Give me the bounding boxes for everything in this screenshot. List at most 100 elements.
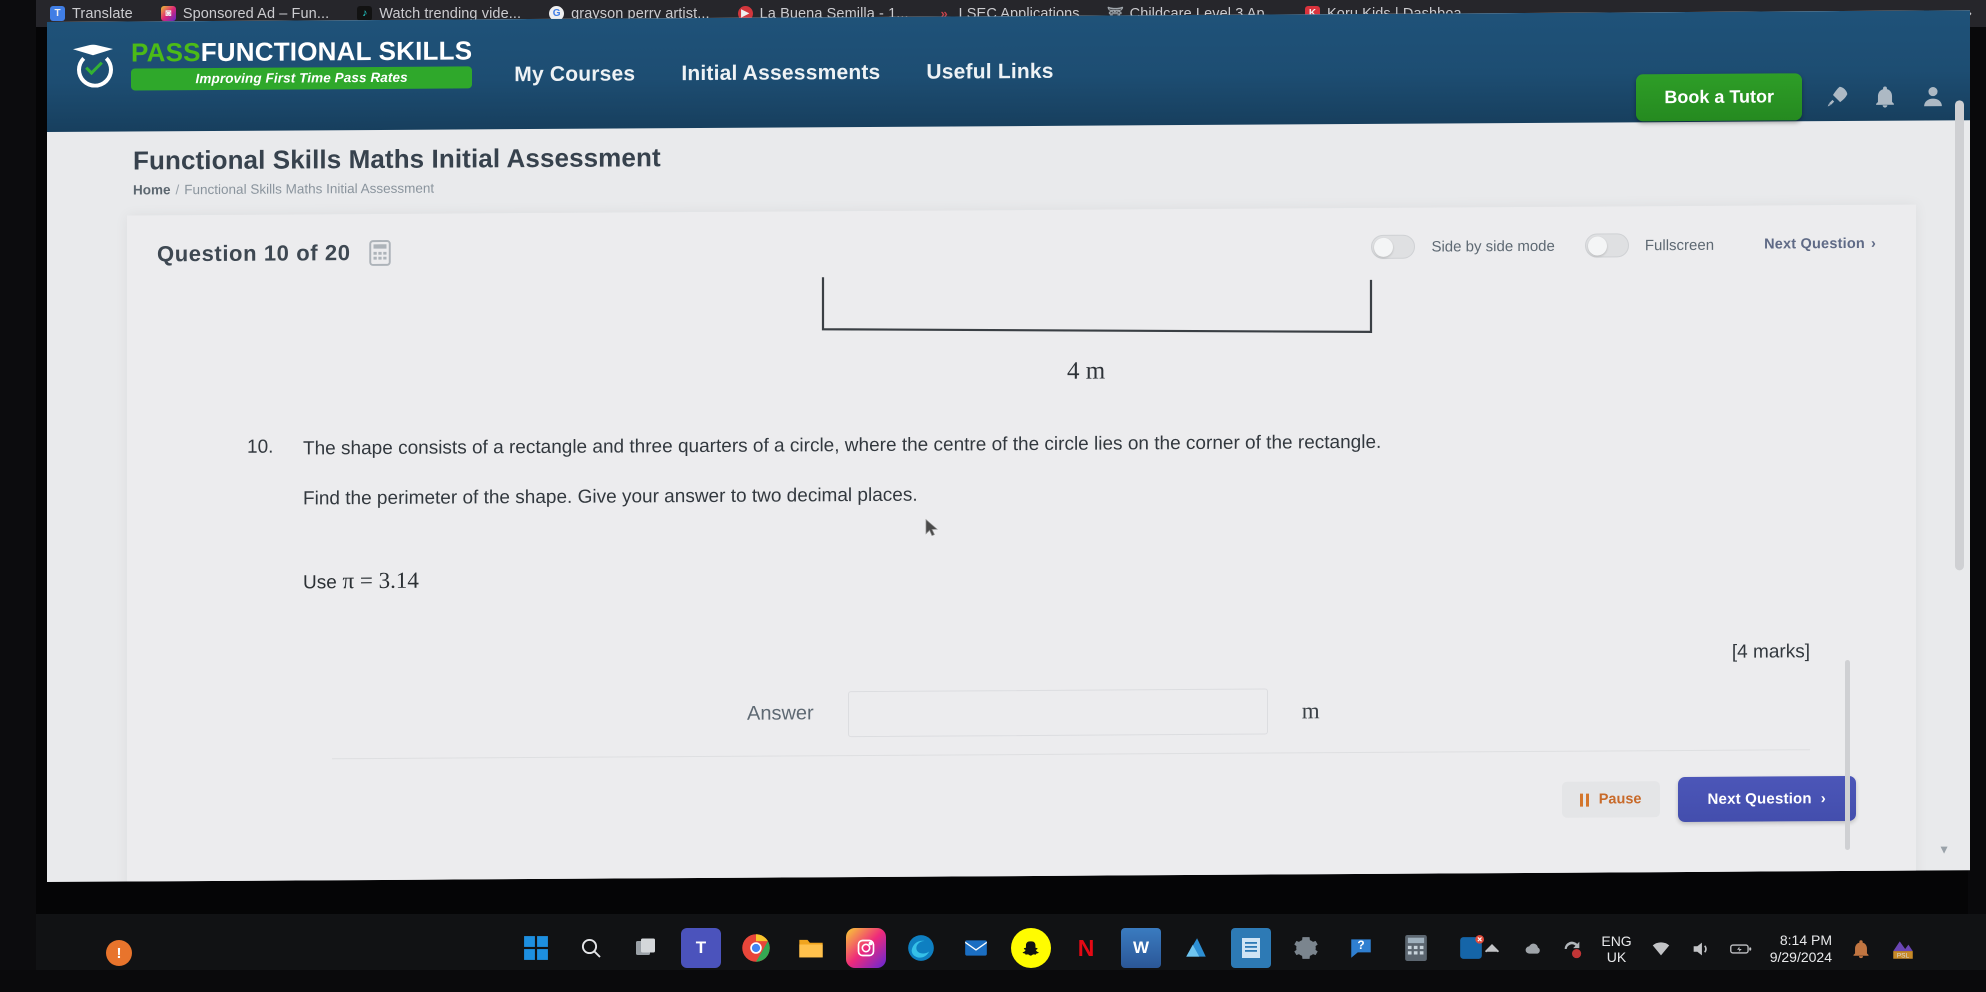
system-tray: ENG UK 8:14 PM 9/29/2024 PSL [1481,932,1916,966]
breadcrumb-home[interactable]: Home [133,182,171,197]
svg-text:PSL: PSL [1897,952,1910,959]
clock-date: 9/29/2024 [1769,948,1832,965]
language-indicator[interactable]: ENG UK [1601,933,1631,965]
book-a-tutor-button[interactable]: Book a Tutor [1636,73,1802,122]
onedrive-icon[interactable] [1176,928,1216,975]
chevron-up-icon[interactable] [1481,938,1503,960]
brand-tagline: Improving First Time Pass Rates [131,66,473,91]
next-question-button[interactable]: Next Question › [1677,775,1856,822]
language-line-2: UK [1606,948,1627,965]
site-header: PASSFUNCTIONAL SKILLS Improving First Ti… [47,10,1970,133]
answer-input[interactable] [847,688,1268,737]
quiz-footer: Pause Next Question › [127,749,1916,861]
rocket-icon[interactable] [1824,83,1850,109]
answer-row: Answer m [747,685,1870,738]
inner-scrollbar[interactable] [1845,659,1850,851]
fullscreen-label: Fullscreen [1644,236,1715,254]
quiz-card: Question 10 of 20 Side by side mode Full… [127,204,1916,882]
chevron-right-icon: › [1820,789,1826,807]
pi-note-expression: π = 3.14 [342,567,419,593]
notes-icon[interactable] [1231,928,1271,975]
next-question-button-label: Next Question [1707,789,1812,808]
side-by-side-mode-label: Side by side mode [1431,237,1555,256]
nav-item-my-courses[interactable]: My Courses [514,62,635,87]
chevron-right-icon: › [1870,235,1876,252]
sync-icon[interactable] [1561,938,1583,960]
quiz-toolbar: Question 10 of 20 Side by side mode Full… [127,205,1916,268]
calculator-icon[interactable] [1396,928,1436,975]
snapchat-icon[interactable] [1011,928,1051,968]
question-figure: 4 m [127,261,1916,432]
question-number: 10. [247,436,274,458]
help-icon[interactable]: ? [1341,928,1381,975]
pi-note-lead: Use [303,571,337,594]
tiktok-icon: ♪ [357,6,373,21]
screen-bezel-right [1968,0,1986,992]
taskbar-alert[interactable]: ! [106,940,132,966]
screen-bezel-left [0,0,36,992]
figure-dimension-label: 4 m [1067,357,1106,385]
teams-icon[interactable]: T [681,928,721,968]
breadcrumb-separator: / [175,182,180,198]
brand-pass: PASS [131,37,201,68]
quiz-view-controls: Side by side mode Fullscreen Next Questi… [1371,232,1876,259]
chrome-icon[interactable] [736,928,776,975]
wifi-icon[interactable] [1650,938,1672,960]
breadcrumb-current: Functional Skills Maths Initial Assessme… [184,180,435,198]
mail-icon[interactable] [956,928,996,968]
header-actions: Book a Tutor [1636,72,1946,122]
netflix-icon[interactable]: N [1066,928,1106,968]
nav-item-useful-links[interactable]: Useful Links [926,60,1053,85]
screen-photo: T Translate ◙ Sponsored Ad – Fun... ♪ Wa… [0,0,1986,992]
question-counter: Question 10 of 20 [157,240,351,267]
word-icon[interactable]: W [1121,928,1161,975]
translate-icon: T [50,6,65,21]
alert-badge-icon: ! [106,940,132,966]
page-title-band: Functional Skills Maths Initial Assessme… [47,120,1970,210]
svg-text:?: ? [1357,938,1364,952]
battery-icon[interactable] [1729,938,1752,960]
windows-start-icon[interactable] [516,928,556,968]
browser-tab-label: Sponsored Ad – Fun... [182,5,330,22]
clock-time: 8:14 PM [1779,932,1832,948]
volume-icon[interactable] [1690,938,1712,960]
page-scrollbar[interactable] [1955,100,1964,571]
breadcrumb: Home / Functional Skills Maths Initial Ass… [133,171,1970,198]
search-icon[interactable] [571,928,611,968]
pi-value-note: Use π = 3.14 [303,559,1870,595]
pause-icon [1579,793,1590,807]
browser-tab-label: Translate [72,5,133,22]
site-logo[interactable]: PASSFUNCTIONAL SKILLS Improving First Ti… [47,19,473,91]
screen-bezel-bottom [0,970,1986,992]
brand-rest: FUNCTIONAL SKILLS [200,35,473,68]
pause-button[interactable]: Pause [1561,781,1660,818]
settings-icon[interactable] [1286,928,1326,975]
answer-label: Answer [747,702,814,725]
scroll-down-arrow-icon[interactable]: ▼ [1938,842,1950,856]
calculator-icon[interactable] [368,240,391,266]
bell-icon[interactable] [1872,83,1898,109]
edge-icon[interactable] [901,928,941,975]
nav-item-initial-assessments[interactable]: Initial Assessments [681,61,880,86]
pause-button-label: Pause [1598,791,1642,808]
file-explorer-icon[interactable] [791,928,831,975]
answer-unit-label: m [1301,697,1320,723]
fullscreen-toggle[interactable] [1584,233,1629,258]
browser-viewport: PASSFUNCTIONAL SKILLS Improving First Ti… [47,10,1970,882]
user-avatar-icon[interactable] [1920,83,1946,109]
task-view-icon[interactable] [626,928,666,968]
instagram-icon[interactable] [846,928,886,975]
instagram-icon: ◙ [160,6,176,21]
clock[interactable]: 8:14 PM 9/29/2024 [1770,932,1832,966]
widget-icon[interactable]: PSL [1890,936,1916,962]
language-line-1: ENG [1601,932,1632,949]
question-body: 10. The shape consists of a rectangle an… [127,421,1916,761]
question-text-line-2: Find the perimeter of the shape. Give yo… [303,484,918,510]
side-by-side-mode-toggle[interactable] [1371,234,1416,259]
page-title: Functional Skills Maths Initial Assessme… [133,142,661,176]
next-question-link[interactable]: Next Question › [1764,236,1876,253]
taskbar-apps: T N W ? [516,928,1491,975]
graduation-cap-check-icon [73,42,119,88]
bell-icon[interactable] [1850,938,1872,960]
cloud-icon[interactable] [1521,938,1543,960]
